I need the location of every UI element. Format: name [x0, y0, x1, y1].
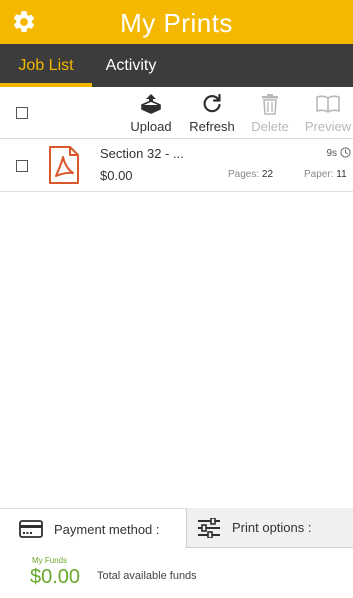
page-title: My Prints — [120, 8, 233, 38]
job-paper: Paper: 11 — [304, 169, 347, 180]
job-paper-value: 11 — [336, 169, 347, 180]
tab-payment-method[interactable]: Payment method : — [0, 508, 186, 549]
tab-job-list[interactable]: Job List — [0, 44, 92, 87]
print-options-label: Print options : — [232, 520, 312, 535]
funds-note: Total available funds — [97, 570, 197, 582]
upload-label: Upload — [130, 119, 172, 134]
clock-icon — [340, 147, 351, 158]
job-list-item[interactable]: Section 32 - ... $0.00 9s Pages: 22 Pape… — [0, 139, 353, 192]
funds-label: My Funds — [32, 556, 68, 565]
select-all-checkbox[interactable] — [16, 107, 28, 119]
job-pages: Pages: 22 — [228, 169, 273, 180]
tab-bar: Job List Activity — [0, 44, 353, 87]
refresh-icon — [203, 93, 221, 113]
funds-value: $0.00 — [30, 566, 81, 588]
tab-print-options[interactable]: Print options : — [186, 508, 353, 548]
bottom-panel-tabs: Payment method : Print options : — [0, 508, 353, 549]
tab-activity[interactable]: Activity — [92, 44, 170, 87]
payment-method-label: Payment method : — [54, 521, 160, 537]
job-pages-label: Pages: — [228, 169, 260, 180]
preview-button[interactable]: Preview — [304, 91, 352, 137]
job-toolbar: Upload Refresh Delete Preview — [0, 87, 353, 139]
upload-button[interactable]: Upload — [128, 91, 174, 137]
delete-label: Delete — [251, 119, 289, 134]
credit-card-icon — [19, 520, 43, 538]
job-age: 9s — [326, 148, 337, 159]
sliders-icon — [198, 517, 220, 538]
refresh-button[interactable]: Refresh — [188, 91, 236, 137]
job-price: $0.00 — [100, 168, 133, 183]
upload-icon — [141, 94, 161, 114]
job-name: Section 32 - ... — [100, 146, 184, 161]
book-icon — [316, 95, 340, 113]
pdf-file-icon — [49, 146, 79, 184]
app-header: My Prints — [0, 0, 353, 44]
job-checkbox[interactable] — [16, 160, 28, 172]
preview-label: Preview — [304, 119, 352, 134]
job-paper-label: Paper: — [304, 169, 334, 180]
trash-icon — [262, 94, 278, 115]
delete-button[interactable]: Delete — [248, 91, 292, 137]
job-pages-value: 22 — [261, 169, 274, 180]
refresh-label: Refresh — [189, 119, 235, 134]
